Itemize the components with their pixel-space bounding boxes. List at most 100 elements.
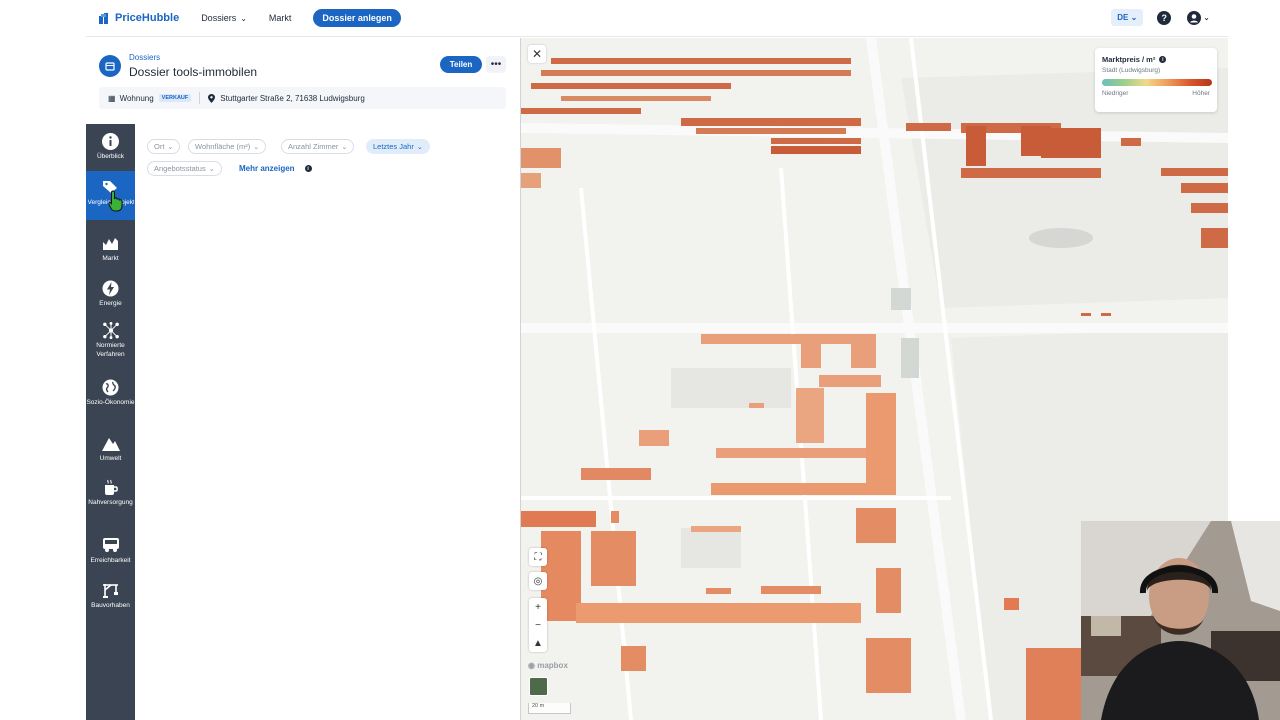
filter-year-label: Letztes Jahr [373, 142, 414, 151]
legend-low-label: Niedriger [1102, 90, 1129, 97]
create-dossier-button[interactable]: Dossier anlegen [313, 9, 401, 27]
brand-icon [99, 12, 108, 24]
filter-listing-status-label: Angebotsstatus [154, 164, 206, 173]
location-pin-icon [208, 93, 216, 103]
nav-market[interactable]: Markt [269, 13, 292, 23]
locate-icon[interactable]: ◎ [529, 572, 547, 590]
bus-icon [102, 536, 120, 554]
sidebar-item-label: Nahversorgung [88, 499, 133, 506]
help-icon[interactable]: ? [1157, 10, 1172, 25]
chevron-down-icon: ⌄ [167, 143, 174, 151]
more-options-button[interactable]: ••• [486, 56, 506, 73]
filter-year[interactable]: Letztes Jahr ⌄ [366, 139, 430, 154]
compass-button[interactable]: ▲ [529, 634, 547, 652]
dossier-header: Dossiers Dossier tools-immobilen Teilen … [86, 38, 520, 124]
filter-listing-status[interactable]: Angebotsstatus ⌄ [147, 161, 222, 176]
sidebar-item-socio-economy[interactable]: Sozio-Ökonomie [86, 378, 135, 424]
energy-icon [102, 279, 120, 297]
brand-name: PriceHubble [115, 12, 180, 24]
nav-dossiers-label: Dossiers [201, 13, 237, 23]
module-sidebar: Überblick Vergleichsobjekte Markt Energi… [86, 124, 135, 720]
filter-location-label: Ort [154, 142, 165, 151]
mountain-icon [101, 434, 120, 452]
legend-gradient [1102, 79, 1212, 86]
sidebar-item-label: Bauvorhaben [91, 602, 130, 609]
filter-living-area-label: Wohnfläche (m²) [195, 142, 251, 151]
legend-title: Marktpreis / m² [1102, 55, 1156, 64]
legend-subtitle: Stadt (Ludwigsburg) [1102, 67, 1161, 74]
language-label: DE [1117, 13, 1129, 22]
sidebar-item-normed-methods[interactable]: Normierte Verfahren [86, 321, 135, 367]
sidebar-item-label: Überblick [96, 153, 125, 160]
chevron-down-icon: ⌄ [253, 143, 260, 151]
zoom-out-button[interactable]: − [529, 616, 547, 634]
sidebar-item-construction[interactable]: Bauvorhaben [86, 581, 135, 621]
chevron-down-icon: ⌄ [341, 143, 348, 151]
chevron-down-icon: ⌄ [416, 143, 423, 151]
map-scale: 20 m [528, 703, 571, 714]
property-type: Wohnung [119, 93, 154, 103]
price-legend: Marktpreis / m² i Stadt (Ludwigsburg) Ni… [1095, 48, 1217, 112]
webcam-overlay [1081, 521, 1280, 720]
info-icon [102, 132, 120, 150]
sidebar-item-overview[interactable]: Überblick [86, 132, 135, 172]
divider [199, 92, 201, 104]
property-info-bar: ▦ Wohnung VERKAUF Stuttgarter Straße 2, … [99, 87, 506, 109]
crane-icon [102, 581, 120, 599]
sidebar-item-environment[interactable]: Umwelt [86, 434, 135, 474]
chart-icon [102, 234, 120, 252]
chevron-down-icon: ⌄ [1203, 13, 1210, 22]
zoom-controls: + − ▲ [529, 598, 547, 652]
calendar-icon: ▦ [108, 93, 116, 103]
sidebar-item-label: Erreichbarkeit [90, 557, 131, 564]
show-more-filters-link[interactable]: Mehr anzeigen i [239, 164, 312, 173]
sidebar-item-label: Energie [99, 300, 122, 307]
mapbox-attribution[interactable]: ◉ mapbox [528, 661, 568, 670]
fullscreen-control[interactable]: ⛶ [529, 548, 547, 566]
brand-logo[interactable]: PriceHubble [98, 12, 179, 25]
info-icon[interactable]: i [304, 165, 312, 172]
app-window: PriceHubble Dossiers ⌄ Markt Dossier anl… [0, 0, 1280, 720]
satellite-toggle[interactable] [529, 677, 548, 696]
user-menu[interactable]: ⌄ [1187, 10, 1210, 25]
sidebar-item-label: Umwelt [99, 455, 122, 462]
mapbox-label: mapbox [537, 661, 568, 670]
hand-cursor-icon [108, 190, 123, 212]
locate-control[interactable]: ◎ [529, 572, 547, 590]
globe-icon [102, 378, 120, 396]
user-icon [1187, 10, 1202, 25]
close-map-button[interactable]: ✕ [528, 45, 546, 63]
sidebar-item-market[interactable]: Markt [86, 234, 135, 274]
filter-rooms-label: Anzahl Zimmer [288, 142, 339, 151]
nav-market-label: Markt [268, 13, 292, 23]
chevron-down-icon: ⌄ [240, 13, 247, 23]
sidebar-item-label: Markt [102, 255, 119, 262]
comparables-content: Ort ⌄ Wohnfläche (m²) ⌄ Anzahl Zimmer ⌄ Let… [135, 124, 520, 720]
zoom-in-button[interactable]: + [529, 598, 547, 616]
sidebar-item-accessibility[interactable]: Erreichbarkeit [86, 536, 135, 576]
sidebar-item-energy[interactable]: Energie [86, 279, 135, 319]
legend-high-label: Höher [1192, 90, 1210, 97]
webcam-image [1081, 521, 1280, 720]
nav-dossiers[interactable]: Dossiers ⌄ [201, 13, 247, 23]
share-button[interactable]: Teilen [440, 56, 482, 73]
calendar-icon [99, 55, 121, 77]
filter-location[interactable]: Ort ⌄ [147, 139, 181, 154]
info-icon[interactable]: i [1159, 56, 1167, 63]
chevron-down-icon: ⌄ [208, 165, 215, 173]
sidebar-item-local-supply[interactable]: Nahversorgung [86, 478, 135, 524]
chevron-down-icon: ⌄ [1130, 13, 1138, 22]
show-more-label: Mehr anzeigen [239, 164, 295, 173]
property-address: Stuttgarter Straße 2, 71638 Ludwigsburg [220, 93, 365, 103]
sidebar-item-label: Sozio-Ökonomie [86, 399, 135, 406]
fullscreen-icon[interactable]: ⛶ [529, 548, 547, 566]
network-icon [102, 321, 120, 339]
deal-type-badge: VERKAUF [158, 94, 192, 102]
breadcrumb[interactable]: Dossiers [129, 53, 160, 62]
filter-rooms[interactable]: Anzahl Zimmer ⌄ [281, 139, 355, 154]
page-title: Dossier tools-immobilen [129, 65, 258, 79]
language-selector[interactable]: DE ⌄ [1111, 9, 1144, 26]
filter-living-area[interactable]: Wohnfläche (m²) ⌄ [188, 139, 267, 154]
top-navigation: PriceHubble Dossiers ⌄ Markt Dossier anl… [86, 0, 1228, 37]
coffee-icon [102, 478, 120, 496]
